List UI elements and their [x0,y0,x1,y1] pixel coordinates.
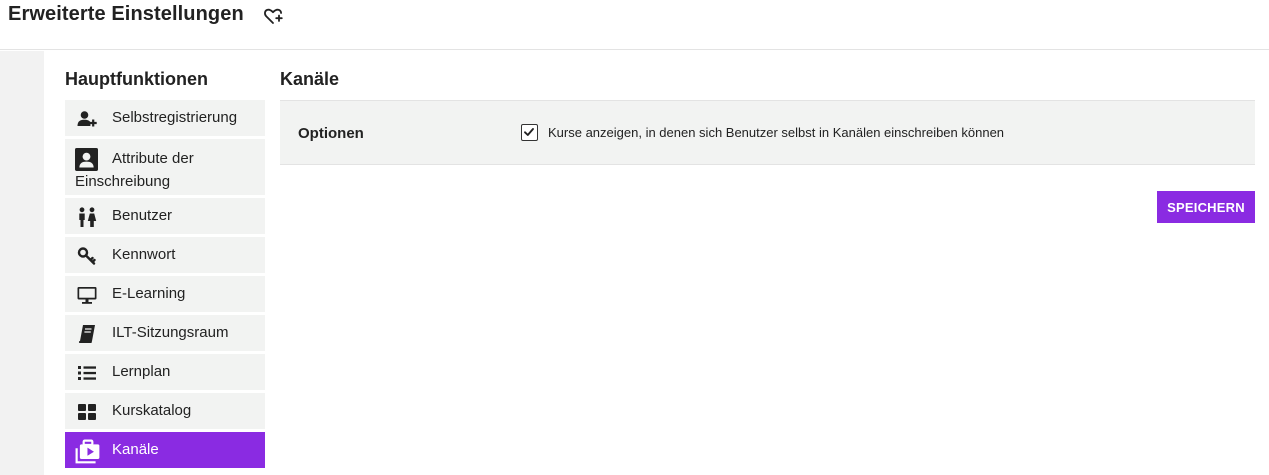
channel-play-icon [75,439,100,464]
save-button[interactable]: SPEICHERN [1157,191,1255,223]
monitor-icon [77,287,97,304]
checkbox-label[interactable]: Kurse anzeigen, in denen sich Benutzer s… [548,125,1004,140]
grid-icon [78,404,96,420]
sidebar-item-label: ILT-Sitzungsraum [112,324,229,341]
sidebar-item-kanaele[interactable]: Kanäle [65,432,265,468]
sidebar-item-ilt-sitzungsraum[interactable]: ILT-Sitzungsraum [65,315,265,351]
sidebar-title: Hauptfunktionen [65,69,208,89]
user-plus-icon [77,111,97,127]
sidebar-item-lernplan[interactable]: Lernplan [65,354,265,390]
options-panel: Optionen Kurse anzeigen, in denen sich B… [280,100,1255,165]
sidebar-item-label: Kanäle [112,441,159,458]
sidebar-item-label: Lernplan [112,363,171,380]
sidebar-item-e-learning[interactable]: E-Learning [65,276,265,312]
sidebar-item-label: Kurskatalog [112,402,192,419]
sidebar-item-selbstregistrierung[interactable]: Selbstregistrierung [65,100,265,136]
options-label: Optionen [298,125,364,142]
page-title: Erweiterte Einstellungen [8,3,244,25]
sidebar-item-label: Selbstregistrierung [112,109,238,126]
list-icon [78,366,96,380]
book-icon [78,325,95,343]
heart-plus-icon[interactable] [262,5,284,27]
sidebar-item-attribute-der-einschreibung[interactable]: Attribute der Einschreibung [65,139,265,195]
show-self-enroll-courses-checkbox[interactable] [521,124,538,141]
sidebar-item-benutzer[interactable]: Benutzer [65,198,265,234]
sidebar-item-kurskatalog[interactable]: Kurskatalog [65,393,265,429]
sidebar-menu: Selbstregistrierung Attribute der Einsch… [65,100,265,471]
section-title: Kanäle [280,69,340,89]
sidebar-item-kennwort[interactable]: Kennwort [65,237,265,273]
left-rail [0,51,44,475]
check-icon [524,128,534,136]
sidebar-item-label: Kennwort [112,246,176,263]
page-header: Erweiterte Einstellungen [0,0,1269,50]
sidebar-item-label: Benutzer [112,207,173,224]
key-icon [77,247,96,265]
sidebar-item-label: Attribute der Einschreibung [75,150,194,190]
people-icon [79,207,97,227]
sidebar-item-label: E-Learning [112,285,186,302]
